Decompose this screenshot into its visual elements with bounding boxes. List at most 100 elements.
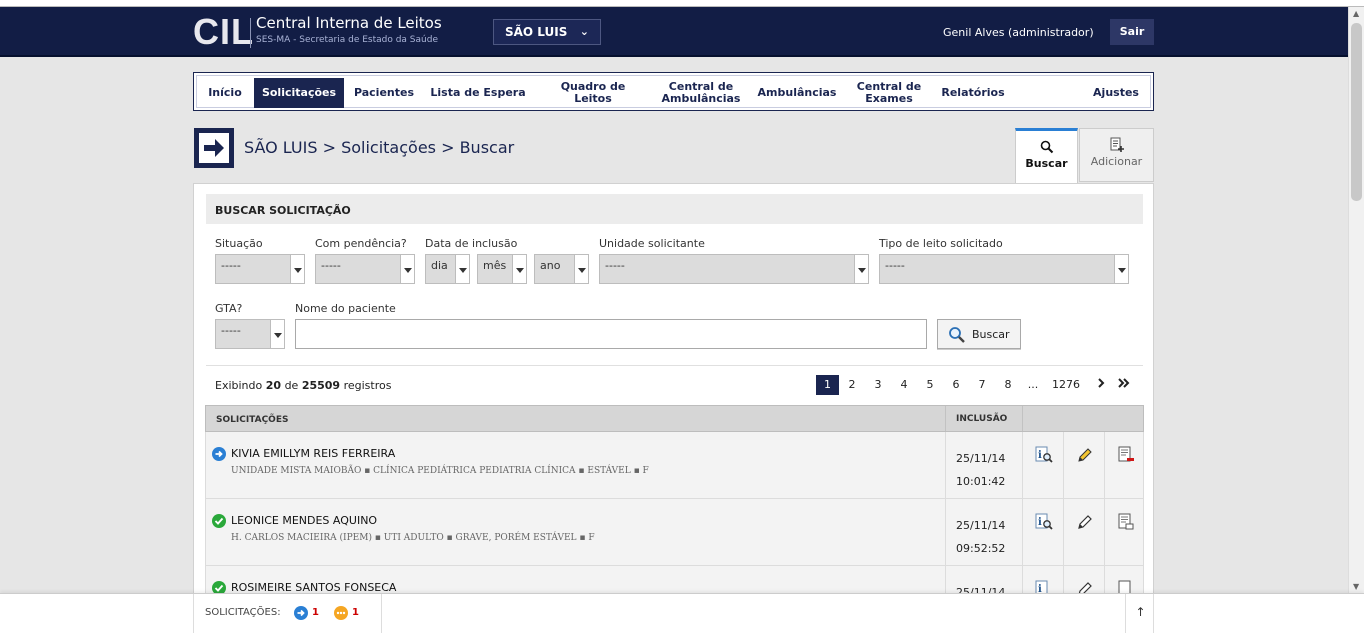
warning-count[interactable]: 1	[352, 607, 359, 618]
search-icon	[949, 327, 965, 343]
page-link-7[interactable]: 7	[972, 375, 992, 395]
year-value: ano	[540, 259, 561, 272]
tab-adicionar[interactable]: Adicionar	[1079, 128, 1154, 182]
inclusion-date-value: 25/11/14	[956, 452, 1006, 465]
dropdown-arrow-icon	[290, 255, 304, 283]
nav-item-relatorios[interactable]: Relatórios	[938, 78, 1008, 108]
page-link-2[interactable]: 2	[842, 375, 862, 395]
vertical-scrollbar[interactable]: ▲ ▼	[1348, 7, 1364, 593]
pencil-icon	[1078, 515, 1092, 529]
search-icon	[1040, 140, 1053, 154]
status-footer: SOLICITAÇÕES: 1 1 ↑	[0, 593, 1364, 633]
app-title: Central Interna de Leitos	[256, 14, 442, 32]
tab-adicionar-label: Adicionar	[1090, 155, 1143, 168]
nav-item-ambulancias[interactable]: Ambulâncias	[756, 78, 838, 108]
gta-label: GTA?	[215, 302, 243, 315]
results-total-count: 25509	[301, 379, 341, 392]
page-link-last[interactable]: 1276	[1048, 375, 1084, 395]
patient-name[interactable]: LEONICE MENDES AQUINO	[231, 514, 377, 527]
page-link-3[interactable]: 3	[868, 375, 888, 395]
page-link-1[interactable]: 1	[816, 375, 839, 395]
ellipsis-circle-icon[interactable]	[334, 606, 348, 620]
search-button-label: Buscar	[972, 328, 1010, 341]
nav-item-central-exames[interactable]: Central de Exames	[850, 78, 928, 108]
gta-value: -----	[221, 324, 241, 337]
month-select[interactable]: mês	[477, 254, 527, 284]
pendencia-label: Com pendência?	[315, 237, 407, 250]
dropdown-arrow-icon	[270, 320, 284, 348]
double-chevron-right-icon[interactable]	[1116, 375, 1132, 395]
logout-button[interactable]: Sair	[1110, 19, 1154, 45]
nav-item-lista-espera[interactable]: Lista de Espera	[430, 78, 526, 108]
pencil-icon	[1078, 448, 1092, 462]
check-circle-icon	[212, 514, 226, 528]
tipo-leito-value: -----	[885, 259, 905, 272]
edit-action[interactable]	[1063, 499, 1104, 565]
nav-item-quadro-leitos[interactable]: Quadro de Leitos	[540, 78, 646, 108]
col-header-inclusao: INCLUSÃO	[945, 406, 1022, 431]
info-action[interactable]: i	[1022, 499, 1063, 565]
nav-item-ajustes[interactable]: Ajustes	[1090, 78, 1142, 108]
table-row[interactable]: LEONICE MENDES AQUINO H. CARLOS MACIEIRA…	[205, 499, 1144, 566]
dropdown-arrow-icon	[400, 255, 414, 283]
nome-paciente-label: Nome do paciente	[295, 302, 396, 315]
year-select[interactable]: ano	[534, 254, 589, 284]
page-link-4[interactable]: 4	[894, 375, 914, 395]
results-middle: de	[284, 379, 299, 392]
nav-item-pacientes[interactable]: Pacientes	[352, 78, 416, 108]
pending-count[interactable]: 1	[312, 607, 319, 618]
app-subtitle: SES-MA - Secretaria de Estado da Saúde	[256, 35, 438, 45]
logo-mark: CIL	[193, 11, 254, 52]
info-action[interactable]: i	[1022, 432, 1063, 498]
results-prefix: Exibindo	[215, 379, 263, 392]
tipo-leito-label: Tipo de leito solicitado	[879, 237, 1003, 250]
patient-details: H. CARLOS MACIEIRA (IPEM) ▪ UTI ADULTO ▪…	[231, 533, 595, 543]
results-info: Exibindo 20 de 25509 registros	[215, 379, 391, 392]
month-value: mês	[483, 259, 507, 272]
info-document-icon: i	[1035, 446, 1053, 463]
scroll-down-icon[interactable]: ▼	[1353, 582, 1359, 591]
unidade-select[interactable]: -----	[599, 254, 869, 284]
page-link-5[interactable]: 5	[920, 375, 940, 395]
tab-buscar[interactable]: Buscar	[1015, 128, 1078, 184]
tipo-leito-select[interactable]: -----	[879, 254, 1129, 284]
inclusion-time-value: 10:01:42	[956, 475, 1006, 488]
col-header-solicitacoes: SOLICITAÇÕES	[216, 415, 289, 425]
situacao-value: -----	[221, 259, 241, 272]
page-link-6[interactable]: 6	[946, 375, 966, 395]
inclusion-date: 25/11/14 09:52:52	[945, 499, 1022, 565]
situacao-select[interactable]: -----	[215, 254, 305, 284]
tab-buscar-label: Buscar	[1025, 157, 1068, 170]
table-header: SOLICITAÇÕES INCLUSÃO	[205, 405, 1144, 432]
arrow-right-icon	[204, 139, 224, 157]
edit-action[interactable]	[1063, 432, 1104, 498]
nav-item-central-ambulancias[interactable]: Central de Ambulâncias	[660, 78, 742, 108]
chevron-right-icon[interactable]	[1094, 375, 1108, 395]
scroll-up-icon[interactable]: ▲	[1353, 9, 1359, 18]
document-action[interactable]	[1104, 432, 1145, 498]
divider	[206, 365, 1143, 366]
day-select[interactable]: dia	[425, 254, 470, 284]
inclusion-date: 25/11/14 10:01:42	[945, 432, 1022, 498]
browser-top-strip	[0, 0, 1364, 7]
patient-name-input[interactable]	[295, 319, 927, 349]
city-select[interactable]: SÃO LUIS ⌄	[493, 19, 601, 45]
nav-item-inicio[interactable]: Início	[204, 78, 246, 108]
arrow-right-circle-icon[interactable]	[294, 606, 308, 620]
svg-text:i: i	[1038, 450, 1042, 461]
search-button[interactable]: Buscar	[937, 319, 1021, 349]
table-row[interactable]: KIVIA EMILLYM REIS FERREIRA UNIDADE MIST…	[205, 432, 1144, 499]
pendencia-select[interactable]: -----	[315, 254, 415, 284]
footer-divider	[381, 594, 382, 633]
gta-select[interactable]: -----	[215, 319, 285, 349]
patient-name[interactable]: KIVIA EMILLYM REIS FERREIRA	[231, 447, 395, 460]
patient-details: UNIDADE MISTA MAIOBÃO ▪ CLÍNICA PEDIÁTRI…	[231, 466, 649, 476]
nav-item-solicitacoes[interactable]: Solicitações	[254, 78, 344, 108]
scroll-thumb[interactable]	[1351, 23, 1362, 201]
page-link-8[interactable]: 8	[998, 375, 1018, 395]
document-action[interactable]	[1104, 499, 1145, 565]
section-title: BUSCAR SOLICITAÇÃO	[206, 194, 1143, 224]
document-icon	[1118, 513, 1134, 530]
results-shown-count: 20	[265, 379, 282, 392]
arrow-up-icon[interactable]: ↑	[1125, 594, 1155, 633]
